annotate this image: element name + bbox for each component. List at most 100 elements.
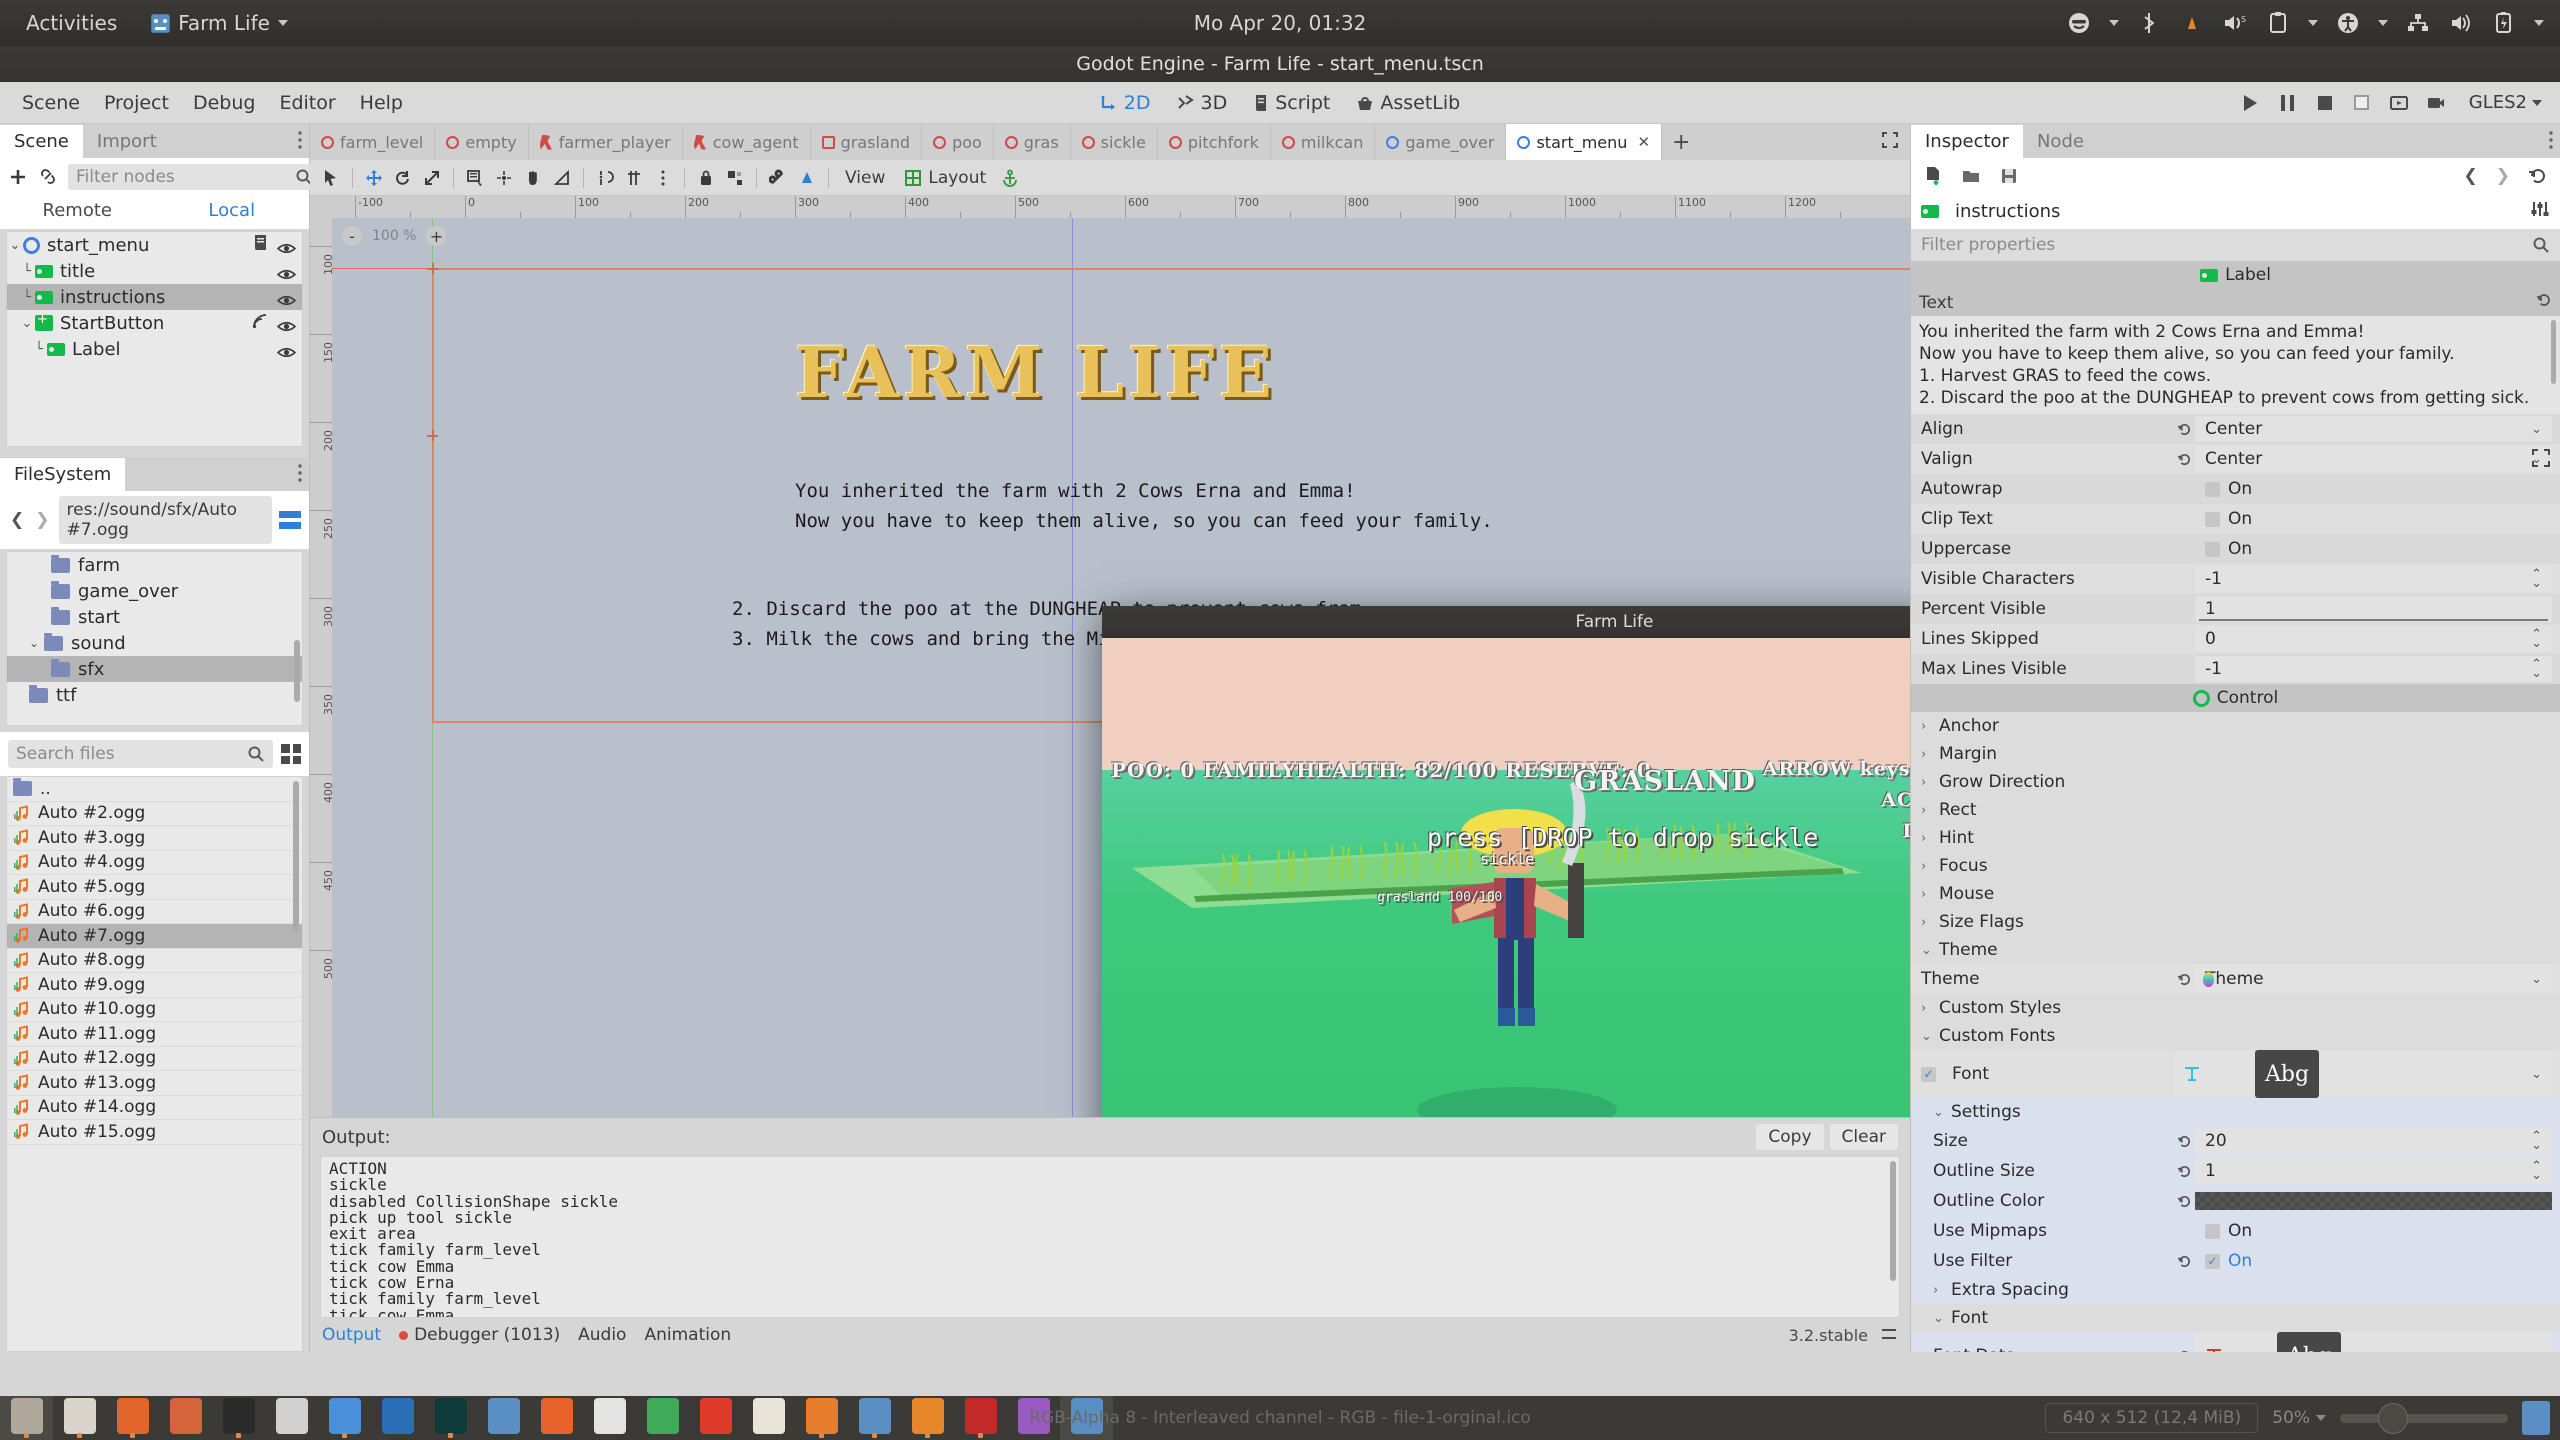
visibility-toggle[interactable] [276,343,297,357]
property-valign[interactable]: Valign Center ⌄ [1911,444,2560,474]
tab-output[interactable]: Output [322,1325,381,1345]
tab-scene[interactable]: Scene [0,125,83,158]
property-value[interactable]: Abg ⌄ [2173,1050,2552,1098]
clear-button[interactable]: Clear [1829,1124,1898,1150]
search-files-input[interactable] [16,744,247,764]
file-list-item[interactable]: Auto #12.ogg [7,1047,302,1071]
scene-tab-farmer_player[interactable]: farmer_player [528,124,683,160]
taskbar-firefox-icon[interactable] [530,1396,583,1440]
skeleton-icon[interactable] [794,165,820,191]
scene-tab-empty[interactable]: empty [435,124,529,160]
history-next-icon[interactable]: ❯ [2494,166,2512,186]
taskbar-files-icon[interactable] [106,1396,159,1440]
current-path[interactable]: res://sound/sfx/Auto #7.ogg [58,496,272,544]
visibility-toggle[interactable] [276,317,297,331]
file-list-item[interactable]: Auto #15.ogg [7,1120,302,1145]
taskbar-slack-icon[interactable] [583,1396,636,1440]
zoom-out-button[interactable]: - [342,226,362,246]
battery-icon[interactable] [2491,10,2517,36]
scene-node-instructions[interactable]: └ instructions [7,284,302,310]
filter-nodes-input[interactable] [76,167,295,187]
tab-node[interactable]: Node [2022,125,2098,158]
zoom-in-button[interactable]: + [426,226,447,246]
stop-icon[interactable] [2313,91,2337,115]
search-files-field[interactable] [8,740,273,768]
accessibility-icon[interactable] [2335,10,2361,36]
color-swatch[interactable] [2195,1192,2552,1210]
mode-2d-button[interactable]: 2D [1090,88,1161,118]
scene-node-StartButton[interactable]: ⌄ StartButton [7,310,302,336]
property-value[interactable]: Center ⌄ [2195,416,2552,442]
history-icon[interactable] [2526,164,2550,188]
property-percent-visible[interactable]: Percent Visible 1 [1911,594,2560,624]
expand-bottom-panel-icon[interactable] [1880,1326,1898,1345]
property-value[interactable]: On [2195,1218,2552,1244]
taskbar-chromium-icon[interactable] [318,1396,371,1440]
chevron-down-icon[interactable] [2109,20,2119,26]
property-theme[interactable]: Theme Theme ⌄ [1911,964,2560,994]
save-resource-icon[interactable] [1997,164,2021,188]
reset-icon[interactable] [2173,1194,2195,1209]
dock-menu-icon[interactable] [297,463,303,487]
tab-inspector[interactable]: Inspector [1911,125,2023,158]
reset-icon[interactable] [2173,972,2195,987]
section-margin[interactable]: › Margin [1911,740,2560,768]
chevron-down-icon[interactable] [2534,20,2544,26]
file-list-item[interactable]: Auto #6.ogg [7,900,302,924]
property-lines-skipped[interactable]: Lines Skipped 0 ⌃ ⌄ [1911,624,2560,654]
property-uppercase[interactable]: Uppercase On [1911,534,2560,564]
spinner-icon[interactable]: ⌃ ⌄ [2531,628,2542,650]
property-value[interactable]: 20 ⌃ ⌄ [2195,1128,2552,1154]
toggle-thumbnail-view-icon[interactable] [281,744,301,764]
checkbox[interactable] [2205,511,2220,527]
script-icon[interactable] [253,234,268,256]
chevron-down-icon[interactable]: ⌄ [2531,1067,2542,1082]
folder-item-sfx[interactable]: sfx [7,656,302,682]
visibility-toggle[interactable] [276,291,297,305]
property-visible-characters[interactable]: Visible Characters -1 ⌃ ⌄ [1911,564,2560,594]
property-value[interactable]: 1 [2195,596,2552,622]
folder-item-game_over[interactable]: game_over [7,578,302,604]
scale-mode-icon[interactable] [419,165,445,191]
play-scene-icon[interactable] [2350,91,2374,115]
chevron-down-icon[interactable]: ⌄ [2531,422,2542,437]
2d-viewport[interactable]: - 100 % + FARM LIFE You inherited the fa… [332,218,1910,1117]
game-canvas[interactable]: POO: 0 FAMILYHEALTH: 82/100 RESERVE: 0 G… [1102,638,1910,1117]
clipboard-icon[interactable] [2265,10,2291,36]
dock-menu-icon[interactable] [297,130,303,154]
spinner-icon[interactable]: ⌃ ⌄ [2531,658,2542,680]
chevron-down-icon[interactable] [2308,20,2318,26]
reset-icon[interactable] [2173,422,2195,437]
taskbar-vlc-icon[interactable] [901,1396,954,1440]
filter-nodes-field[interactable] [68,164,321,190]
file-list-item[interactable]: Auto #4.ogg [7,851,302,875]
history-prev-icon[interactable]: ❮ [2462,166,2480,186]
file-list-item[interactable]: Auto #13.ogg [7,1071,302,1096]
section-size-flags[interactable]: › Size Flags [1911,908,2560,936]
play-icon[interactable] [2239,91,2263,115]
zoom-level-label[interactable]: 50% [2272,1408,2310,1428]
property-value[interactable]: -1 ⌃ ⌄ [2195,656,2552,682]
zoom-level-label[interactable]: 100 % [372,228,416,244]
list-select-icon[interactable] [462,165,488,191]
pivot-handle[interactable] [427,263,438,274]
taskbar-terminal-icon[interactable] [212,1396,265,1440]
scene-tab-grasland[interactable]: grasland [810,124,923,160]
property-value[interactable]: On [2195,536,2552,562]
ruler-tool-icon[interactable] [549,165,575,191]
add-node-button[interactable] [8,165,28,189]
text-property-value[interactable]: You inherited the farm with 2 Cows Erna … [1911,316,2560,414]
taskbar-vscode-icon[interactable] [371,1396,424,1440]
anchor-icon[interactable] [997,165,1023,191]
folder-item-farm[interactable]: farm [7,552,302,578]
chevron-down-icon[interactable]: ⌄ [2531,972,2542,987]
taskbar-godot-blue-icon[interactable] [848,1396,901,1440]
chevron-down-icon[interactable]: ⌄ [2531,1349,2542,1353]
toggle-split-mode-icon[interactable] [279,511,301,529]
bone-icon[interactable] [765,165,791,191]
taskbar-disks-icon[interactable] [265,1396,318,1440]
property-outline-color[interactable]: Outline Color [1911,1186,2560,1216]
scene-tab-poo[interactable]: poo [922,124,994,160]
visibility-toggle[interactable] [276,239,297,253]
pivot-handle[interactable] [427,430,438,441]
